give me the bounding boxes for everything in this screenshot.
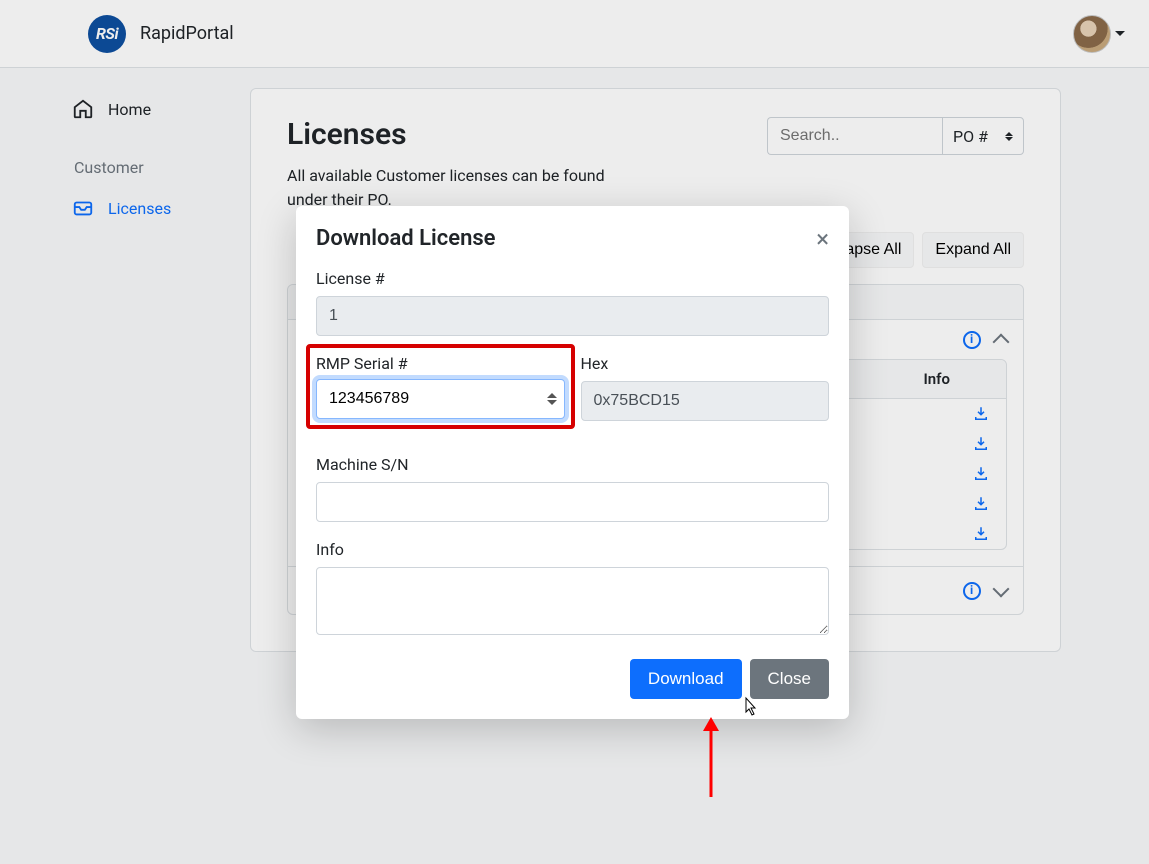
license-number-label: License # bbox=[316, 269, 829, 288]
download-button[interactable]: Download bbox=[630, 659, 742, 699]
modal-title: Download License bbox=[316, 226, 496, 251]
info-label: Info bbox=[316, 540, 829, 559]
hex-label: Hex bbox=[581, 354, 830, 373]
hex-field bbox=[581, 381, 830, 421]
close-button[interactable]: Close bbox=[750, 659, 829, 699]
rmp-serial-label: RMP Serial # bbox=[316, 354, 565, 373]
serial-highlight: RMP Serial # bbox=[306, 344, 575, 429]
machine-sn-input[interactable] bbox=[316, 482, 829, 522]
license-number-field bbox=[316, 296, 829, 336]
info-textarea[interactable] bbox=[316, 567, 829, 635]
download-license-modal: Download License × License # RMP Serial … bbox=[296, 206, 849, 719]
close-icon[interactable]: × bbox=[816, 227, 829, 251]
machine-sn-label: Machine S/N bbox=[316, 455, 829, 474]
rmp-serial-input[interactable] bbox=[316, 379, 565, 419]
spinner-icon[interactable] bbox=[547, 393, 557, 405]
